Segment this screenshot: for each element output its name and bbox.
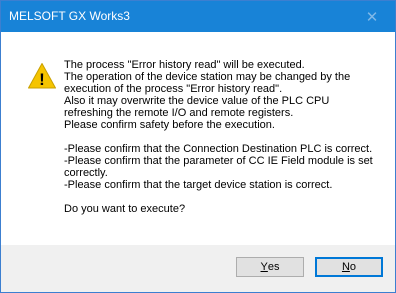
message-line [64,131,389,143]
message-line: The process "Error history read" will be… [64,59,305,71]
no-mnemonic: N [341,261,350,273]
message-line [64,191,389,203]
message-line: Do you want to execute? [64,203,186,215]
no-button[interactable]: No [315,257,383,277]
dialog-window: MELSOFT GX Works3 ✕ ! The process "Error… [0,0,396,293]
dialog-content: ! The process "Error history read" will … [1,32,395,245]
message-line: Also it may overwrite the device value o… [64,95,330,107]
message-line: refreshing the remote I/O and remote reg… [64,107,294,119]
message-line: correctly. [64,167,108,179]
close-button[interactable]: ✕ [349,1,395,32]
no-label-rest: o [349,261,357,273]
message-text: The process "Error history read" will be… [64,59,389,215]
warning-glyph: ! [39,70,45,89]
message-line: Please confirm safety before the executi… [64,119,275,131]
window-title: MELSOFT GX Works3 [9,9,130,23]
button-bar: Yes No [1,245,395,292]
message-line: execution of the process "Error history … [64,83,283,95]
message-line: -Please confirm that the parameter of CC… [64,155,373,167]
message-line: -Please confirm that the target device s… [64,179,333,191]
message-line: The operation of the device station may … [64,71,351,83]
yes-mnemonic: Y [260,261,268,273]
yes-button[interactable]: Yes [236,257,304,277]
yes-label-rest: es [267,261,280,273]
title-bar[interactable]: MELSOFT GX Works3 ✕ [1,1,395,32]
warning-icon: ! [28,63,56,89]
message-line: -Please confirm that the Connection Dest… [64,143,373,155]
